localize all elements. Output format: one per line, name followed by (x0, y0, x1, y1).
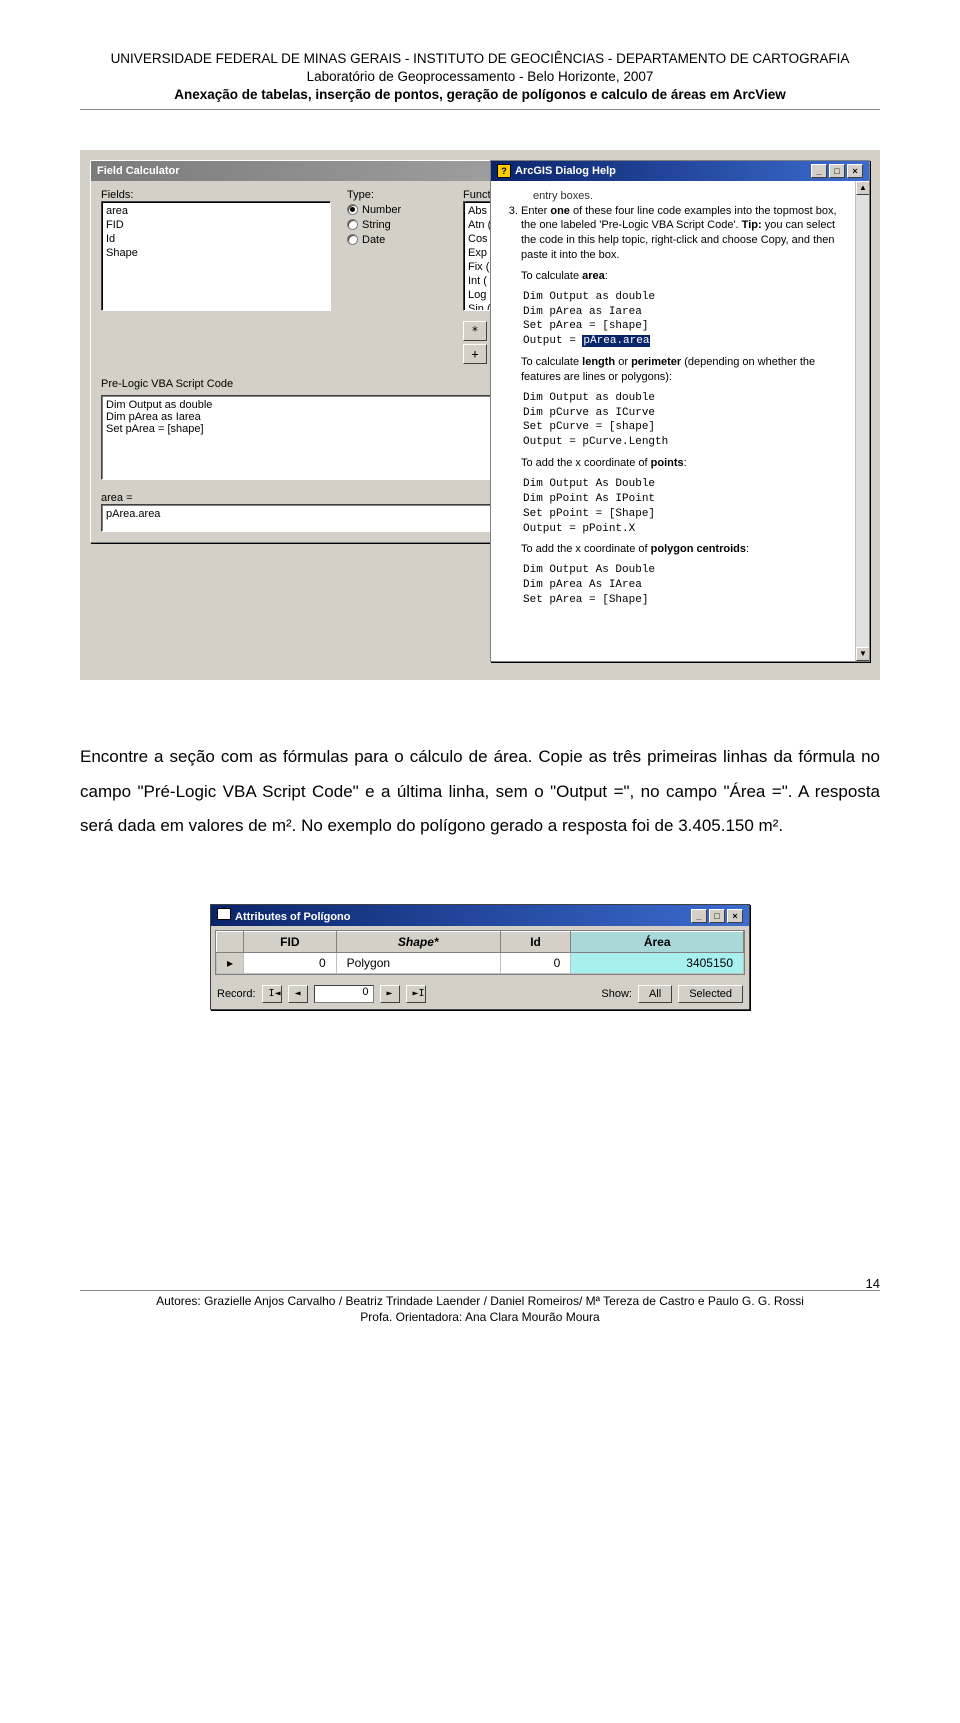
show-selected-button[interactable]: Selected (678, 985, 743, 1003)
help-step-3: Enter one of these four line code exampl… (521, 204, 847, 263)
footer-advisor: Profa. Orientadora: Ana Clara Mourão Mou… (80, 1309, 880, 1325)
attributes-window: Attributes of Polígono _ □ × FID Shape* … (210, 904, 750, 1010)
maximize-icon[interactable]: □ (709, 909, 725, 923)
area-expression-input[interactable]: pArea.area (101, 504, 529, 532)
field-item[interactable]: FID (106, 218, 326, 232)
body-paragraph: Encontre a seção com as fórmulas para o … (80, 740, 880, 845)
attributes-title: Attributes of Polígono (235, 911, 350, 923)
field-item[interactable]: Id (106, 232, 326, 246)
help-window-icon: ? (497, 164, 511, 178)
op-plus-button[interactable]: + (463, 344, 487, 364)
screenshot-composite: Field Calculator ? × Fields: area FID Id… (80, 150, 880, 680)
document-header: UNIVERSIDADE FEDERAL DE MINAS GERAIS - I… (80, 50, 880, 110)
field-item[interactable]: area (106, 204, 326, 218)
cell-id[interactable]: 0 (500, 953, 571, 974)
row-header-blank (217, 932, 244, 953)
help-calc-area: To calculate area: (521, 269, 847, 284)
prelogic-code-input[interactable]: Dim Output as double Dim pArea as Iarea … (101, 395, 529, 480)
record-number-input[interactable]: 0 (314, 985, 374, 1003)
maximize-icon[interactable]: □ (829, 164, 845, 178)
radio-selected-icon (347, 204, 358, 215)
footer-authors: Autores: Grazielle Anjos Carvalho / Beat… (80, 1293, 880, 1309)
attribute-grid[interactable]: FID Shape* Id Área ▸ 0 Polygon 0 3405150 (215, 930, 745, 975)
area-equals-label: area = (101, 492, 529, 504)
show-all-button[interactable]: All (638, 985, 672, 1003)
nav-last-button[interactable]: ►I (406, 985, 426, 1003)
highlighted-code: pArea.area (582, 335, 650, 347)
radio-icon (347, 234, 358, 245)
help-partial-top: entry boxes. (533, 189, 847, 204)
type-number-radio[interactable]: Number (347, 204, 447, 216)
attributes-titlebar: Attributes of Polígono _ □ × (211, 905, 749, 926)
scroll-down-icon[interactable]: ▼ (856, 647, 869, 661)
cell-area[interactable]: 3405150 (571, 953, 744, 974)
help-window: ? ArcGIS Dialog Help _ □ × entry boxes. E… (490, 160, 870, 662)
col-area[interactable]: Área (571, 932, 744, 953)
radio-icon (347, 219, 358, 230)
help-titlebar: ? ArcGIS Dialog Help _ □ × (491, 161, 869, 181)
table-window-icon (217, 908, 231, 920)
document-footer: 14 Autores: Grazielle Anjos Carvalho / B… (80, 1290, 880, 1325)
op-multiply-button[interactable]: * (463, 321, 487, 341)
attributes-footer: Record: I◄ ◄ 0 ► ►I Show: All Selected (211, 979, 749, 1009)
type-date-radio[interactable]: Date (347, 234, 447, 246)
table-row[interactable]: ▸ 0 Polygon 0 3405150 (217, 953, 744, 974)
scroll-up-icon[interactable]: ▲ (856, 181, 869, 195)
col-shape[interactable]: Shape* (336, 932, 500, 953)
page-number: 14 (866, 1275, 880, 1293)
help-code-length: Dim Output as double Dim pCurve as ICurv… (523, 391, 847, 450)
fields-listbox[interactable]: area FID Id Shape (101, 201, 331, 311)
cell-shape[interactable]: Polygon (336, 953, 500, 974)
col-fid[interactable]: FID (244, 932, 337, 953)
record-label: Record: (217, 988, 256, 1000)
row-selector[interactable]: ▸ (217, 953, 244, 974)
close-icon[interactable]: × (847, 164, 863, 178)
nav-next-button[interactable]: ► (380, 985, 400, 1003)
field-calculator-title: Field Calculator (97, 165, 180, 177)
help-code-area: Dim Output as double Dim pArea as Iarea … (523, 290, 847, 349)
header-line-3: Anexação de tabelas, inserção de pontos,… (80, 86, 880, 104)
close-icon[interactable]: × (727, 909, 743, 923)
type-number-label: Number (362, 204, 401, 216)
help-points: To add the x coordinate of points: (521, 456, 847, 471)
minimize-icon[interactable]: _ (691, 909, 707, 923)
nav-first-button[interactable]: I◄ (262, 985, 282, 1003)
help-code-centroid: Dim Output As Double Dim pArea As IArea … (523, 563, 847, 608)
header-line-2: Laboratório de Geoprocessamento - Belo H… (80, 68, 880, 86)
type-label: Type: (347, 189, 447, 201)
type-date-label: Date (362, 234, 385, 246)
help-code-points: Dim Output As Double Dim pPoint As IPoin… (523, 477, 847, 536)
help-content[interactable]: entry boxes. Enter one of these four lin… (491, 181, 869, 661)
help-centroids: To add the x coordinate of polygon centr… (521, 542, 847, 557)
help-calc-length: To calculate length or perimeter (depend… (521, 355, 847, 385)
help-scrollbar[interactable]: ▲ ▼ (855, 181, 869, 661)
header-line-1: UNIVERSIDADE FEDERAL DE MINAS GERAIS - I… (80, 50, 880, 68)
nav-prev-button[interactable]: ◄ (288, 985, 308, 1003)
help-title: ArcGIS Dialog Help (515, 165, 616, 177)
type-string-label: String (362, 219, 391, 231)
prelogic-label: Pre-Logic VBA Script Code (101, 378, 233, 390)
cell-fid[interactable]: 0 (244, 953, 337, 974)
field-item[interactable]: Shape (106, 246, 326, 260)
col-id[interactable]: Id (500, 932, 571, 953)
show-label: Show: (601, 988, 632, 1000)
type-string-radio[interactable]: String (347, 219, 447, 231)
minimize-icon[interactable]: _ (811, 164, 827, 178)
fields-label: Fields: (101, 189, 331, 201)
